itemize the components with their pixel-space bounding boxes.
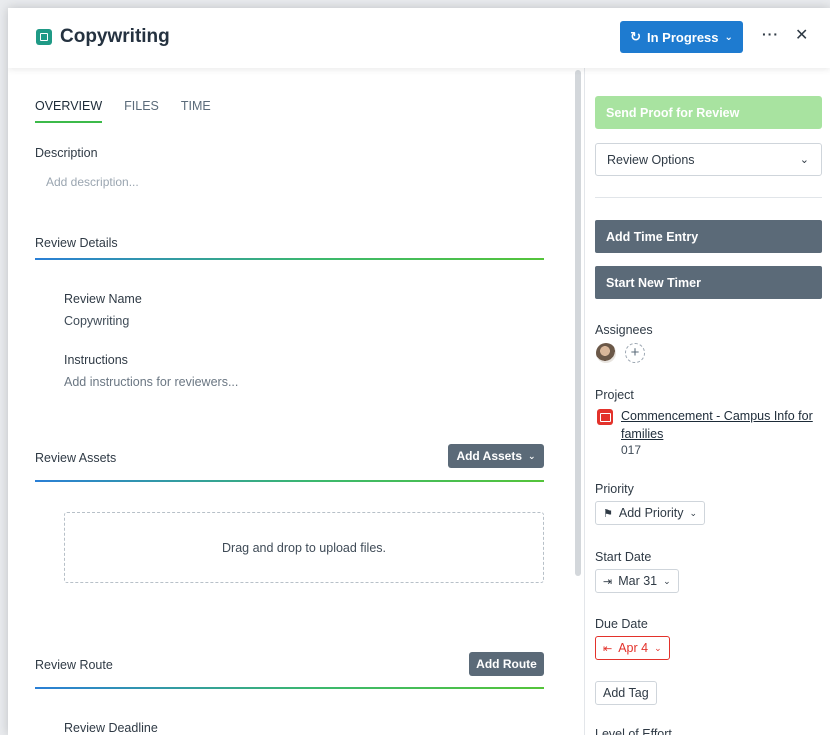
description-input[interactable]: Add description...: [46, 175, 139, 189]
due-date-value: Apr 4: [618, 641, 649, 655]
section-divider: [35, 258, 544, 260]
tab-bar: OVERVIEW FILES TIME: [35, 99, 211, 123]
content-scrollbar[interactable]: [575, 70, 581, 576]
status-dropdown-button[interactable]: ↻ In Progress ⌄: [620, 21, 743, 53]
assignee-avatar[interactable]: [596, 343, 616, 363]
level-of-effort-label: Level of Effort: [595, 727, 672, 735]
file-dropzone[interactable]: Drag and drop to upload files.: [64, 512, 544, 583]
task-panel: Copywriting ↻ In Progress ⌄ ··· ✕ OVERVI…: [8, 8, 830, 735]
due-date-label: Due Date: [595, 617, 648, 631]
review-options-select[interactable]: Review Options ⌄: [595, 143, 822, 176]
send-proof-button[interactable]: Send Proof for Review: [595, 96, 822, 129]
start-timer-button[interactable]: Start New Timer: [595, 266, 822, 299]
send-proof-label: Send Proof for Review: [606, 105, 740, 120]
assignees-label: Assignees: [595, 323, 653, 337]
panel-header: Copywriting ↻ In Progress ⌄ ··· ✕: [8, 8, 830, 68]
review-deadline-label: Review Deadline: [64, 721, 158, 735]
priority-label: Priority: [595, 482, 634, 496]
add-priority-button[interactable]: ⚑ Add Priority ⌄: [595, 501, 706, 525]
review-type-icon: [36, 29, 52, 45]
close-button[interactable]: ✕: [795, 25, 808, 45]
description-label: Description: [35, 146, 98, 160]
review-name-value[interactable]: Copywriting: [64, 314, 129, 328]
progress-icon: ↻: [630, 29, 641, 44]
section-divider: [35, 480, 544, 482]
review-name-label: Review Name: [64, 292, 142, 306]
due-date-picker[interactable]: ⇤ Apr 4 ⌄: [595, 636, 670, 660]
review-route-title: Review Route: [35, 658, 113, 672]
start-date-value: Mar 31: [618, 574, 658, 588]
calendar-due-icon: ⇤: [603, 642, 613, 655]
add-priority-label: Add Priority: [618, 506, 684, 520]
chevron-down-icon: ⌄: [663, 575, 671, 586]
more-options-button[interactable]: ···: [762, 26, 779, 42]
add-assets-label: Add Assets: [456, 449, 523, 463]
review-assets-title: Review Assets: [35, 451, 117, 465]
review-details-title: Review Details: [35, 236, 118, 250]
add-route-button[interactable]: Add Route: [469, 652, 544, 676]
project-link[interactable]: Commencement - Campus Info for families: [621, 407, 826, 443]
review-options-label: Review Options: [607, 152, 695, 167]
add-tag-button[interactable]: Add Tag: [595, 681, 657, 705]
chevron-down-icon: ⌄: [689, 507, 698, 518]
tab-overview[interactable]: OVERVIEW: [35, 99, 103, 123]
start-timer-label: Start New Timer: [606, 275, 701, 290]
sidebar-divider: [595, 197, 822, 198]
chevron-down-icon: ⌄: [724, 31, 733, 43]
add-route-label: Add Route: [476, 657, 537, 671]
add-time-entry-label: Add Time Entry: [606, 229, 699, 244]
start-date-label: Start Date: [595, 550, 652, 564]
flag-icon: ⚑: [603, 507, 613, 520]
project-number: 017: [621, 443, 642, 457]
add-assignee-icon[interactable]: +: [625, 343, 645, 363]
status-label: In Progress: [646, 29, 719, 45]
add-tag-label: Add Tag: [603, 686, 649, 700]
column-divider: [584, 68, 585, 735]
dropzone-text: Drag and drop to upload files.: [222, 540, 386, 555]
section-divider: [35, 687, 544, 689]
project-label: Project: [595, 388, 634, 402]
start-date-picker[interactable]: ⇥ Mar 31 ⌄: [595, 569, 679, 593]
project-folder-icon: [597, 409, 613, 425]
tab-files[interactable]: FILES: [124, 99, 159, 123]
tab-time[interactable]: TIME: [181, 99, 211, 123]
chevron-down-icon: ⌄: [528, 450, 536, 461]
add-assets-button[interactable]: Add Assets ⌄: [448, 444, 544, 468]
chevron-down-icon: ⌄: [654, 642, 662, 653]
add-time-entry-button[interactable]: Add Time Entry: [595, 220, 822, 253]
chevron-down-icon: ⌄: [799, 154, 809, 166]
calendar-start-icon: ⇥: [603, 575, 613, 588]
instructions-label: Instructions: [64, 353, 128, 367]
instructions-input[interactable]: Add instructions for reviewers...: [64, 375, 238, 389]
task-title: Copywriting: [60, 26, 170, 47]
